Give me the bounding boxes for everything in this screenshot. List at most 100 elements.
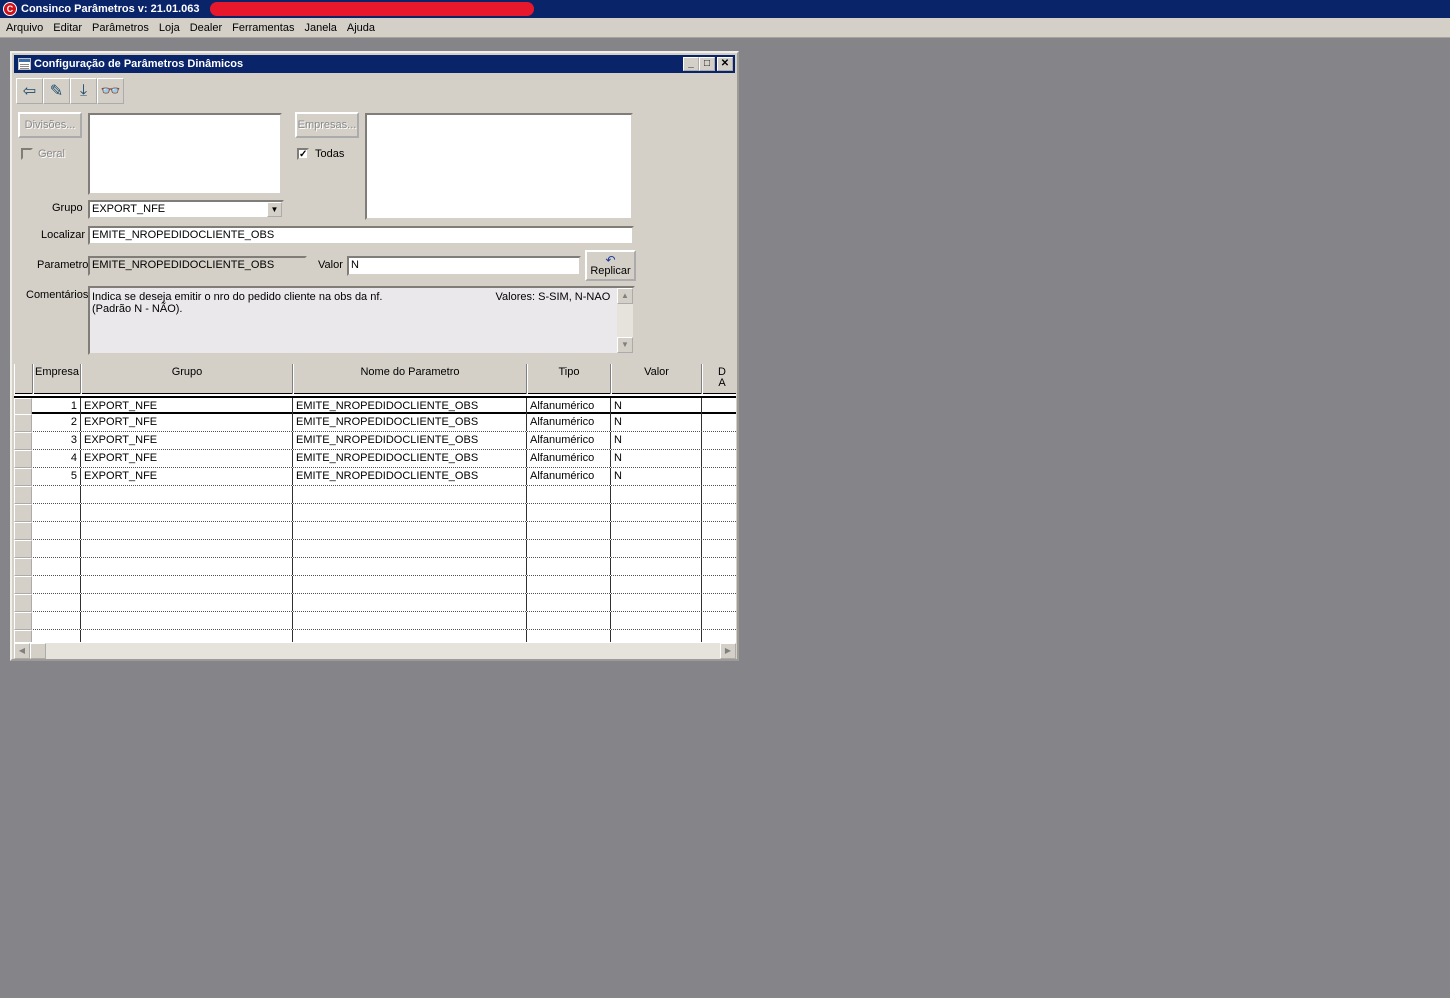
table-cell[interactable] (81, 558, 293, 575)
table-cell[interactable] (702, 612, 736, 629)
table-cell[interactable]: N (611, 450, 702, 467)
table-cell[interactable] (611, 612, 702, 629)
column-header[interactable]: D A (702, 364, 736, 394)
table-cell[interactable]: 5 (33, 468, 81, 485)
table-cell[interactable]: Alfanumérico (527, 398, 611, 415)
table-cell[interactable] (702, 540, 736, 557)
table-cell[interactable] (611, 486, 702, 503)
save-button[interactable]: ⤓ (70, 78, 97, 104)
table-cell[interactable] (702, 486, 736, 503)
table-cell[interactable] (527, 612, 611, 629)
binoculars-button[interactable]: 👓 (97, 78, 124, 104)
valor-input[interactable]: N (347, 256, 581, 276)
table-cell[interactable] (527, 486, 611, 503)
window-titlebar[interactable]: Configuração de Parâmetros Dinâmicos _ □… (14, 55, 735, 73)
menu-janela[interactable]: Janela (299, 22, 341, 34)
row-indicator[interactable] (14, 576, 32, 594)
table-cell[interactable]: Alfanumérico (527, 468, 611, 485)
scroll-left-icon[interactable]: ◀ (14, 643, 30, 659)
table-cell[interactable] (33, 594, 81, 611)
table-cell[interactable]: N (611, 414, 702, 431)
scroll-thumb[interactable] (30, 643, 46, 659)
table-cell[interactable] (527, 558, 611, 575)
table-cell[interactable] (293, 540, 527, 557)
menu-loja[interactable]: Loja (154, 22, 185, 34)
table-cell[interactable] (702, 468, 736, 485)
comentarios-scrollbar[interactable]: ▲ ▼ (617, 288, 633, 353)
table-cell[interactable] (81, 522, 293, 539)
table-row[interactable] (14, 576, 736, 594)
table-cell[interactable] (611, 540, 702, 557)
maximize-button[interactable]: □ (699, 57, 715, 71)
localizar-input[interactable]: EMITE_NROPEDIDOCLIENTE_OBS (88, 226, 634, 245)
row-indicator[interactable] (14, 468, 32, 486)
table-cell[interactable] (293, 486, 527, 503)
todas-checkbox[interactable]: ✓ (297, 148, 309, 160)
menu-ferramentas[interactable]: Ferramentas (227, 22, 299, 34)
scroll-right-icon[interactable]: ▶ (720, 643, 736, 659)
table-cell[interactable]: EXPORT_NFE (81, 468, 293, 485)
table-cell[interactable]: EXPORT_NFE (81, 450, 293, 467)
table-cell[interactable]: EMITE_NROPEDIDOCLIENTE_OBS (293, 450, 527, 467)
table-cell[interactable] (611, 558, 702, 575)
table-cell[interactable] (293, 612, 527, 629)
row-indicator[interactable] (14, 558, 32, 576)
table-cell[interactable] (702, 414, 736, 431)
table-cell[interactable] (33, 558, 81, 575)
table-cell[interactable]: 1 (33, 398, 81, 415)
table-cell[interactable] (702, 398, 736, 415)
table-row[interactable] (14, 540, 736, 558)
row-indicator[interactable] (14, 432, 32, 450)
table-cell[interactable] (611, 576, 702, 593)
table-cell[interactable]: EXPORT_NFE (81, 432, 293, 449)
table-cell[interactable]: EXPORT_NFE (81, 414, 293, 431)
replicar-button[interactable]: ↶ Replicar (585, 250, 636, 281)
divisoes-list[interactable] (88, 113, 282, 195)
menu-arquivo[interactable]: Arquivo (1, 22, 48, 34)
table-cell[interactable] (33, 522, 81, 539)
chevron-down-icon[interactable]: ▼ (267, 202, 282, 217)
scroll-down-icon[interactable]: ▼ (617, 337, 633, 353)
row-indicator[interactable] (14, 540, 32, 558)
column-header[interactable]: Tipo (527, 364, 611, 394)
table-cell[interactable]: Alfanumérico (527, 450, 611, 467)
table-cell[interactable] (33, 540, 81, 557)
table-cell[interactable] (527, 522, 611, 539)
table-cell[interactable] (702, 594, 736, 611)
column-header[interactable]: Grupo (81, 364, 293, 394)
table-cell[interactable] (81, 540, 293, 557)
column-header[interactable]: Empresa (33, 364, 81, 394)
empresas-list[interactable] (365, 113, 633, 220)
comentarios-textarea[interactable]: Indica se deseja emitir o nro do pedido … (88, 286, 635, 355)
table-cell[interactable]: EXPORT_NFE (81, 398, 293, 415)
table-cell[interactable]: EMITE_NROPEDIDOCLIENTE_OBS (293, 432, 527, 449)
exit-button[interactable]: ⇦ (16, 78, 43, 104)
table-cell[interactable]: EMITE_NROPEDIDOCLIENTE_OBS (293, 398, 527, 415)
table-row[interactable]: 1 EXPORT_NFE EMITE_NROPEDIDOCLIENTE_OBS Alf… (14, 396, 736, 416)
table-cell[interactable] (702, 558, 736, 575)
table-cell[interactable] (702, 504, 736, 521)
table-cell[interactable] (527, 594, 611, 611)
menu-dealer[interactable]: Dealer (185, 22, 227, 34)
table-row[interactable] (14, 486, 736, 504)
table-cell[interactable] (293, 522, 527, 539)
table-cell[interactable] (611, 504, 702, 521)
table-cell[interactable] (702, 576, 736, 593)
table-cell[interactable]: N (611, 468, 702, 485)
table-cell[interactable] (293, 558, 527, 575)
table-row[interactable] (14, 558, 736, 576)
table-cell[interactable]: 4 (33, 450, 81, 467)
table-cell[interactable] (81, 576, 293, 593)
table-cell[interactable] (702, 432, 736, 449)
table-row[interactable]: 5 EXPORT_NFE EMITE_NROPEDIDOCLIENTE_OBS Alf… (14, 468, 736, 486)
table-cell[interactable] (527, 504, 611, 521)
row-indicator[interactable] (14, 414, 32, 432)
row-indicator[interactable] (14, 486, 32, 504)
table-cell[interactable] (702, 450, 736, 467)
table-row[interactable]: 3 EXPORT_NFE EMITE_NROPEDIDOCLIENTE_OBS Alf… (14, 432, 736, 450)
scroll-up-icon[interactable]: ▲ (617, 288, 633, 304)
pencil-button[interactable]: ✎ (43, 78, 70, 104)
table-cell[interactable]: N (611, 432, 702, 449)
table-cell[interactable] (293, 594, 527, 611)
row-indicator[interactable] (14, 594, 32, 612)
